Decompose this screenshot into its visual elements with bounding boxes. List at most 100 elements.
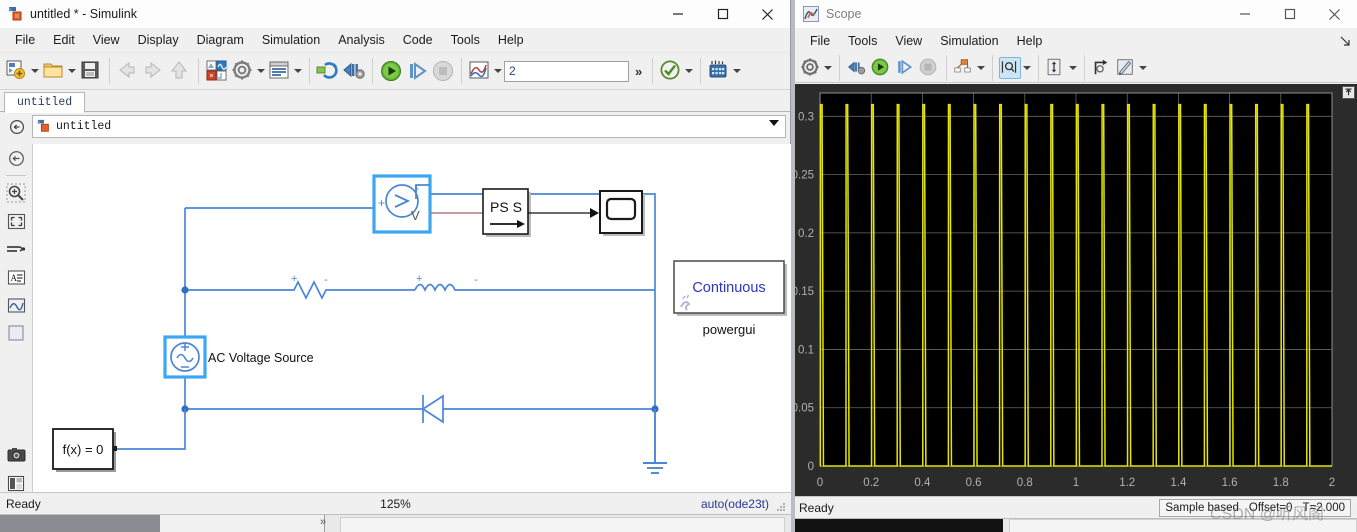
- menu-code[interactable]: Code: [394, 31, 442, 49]
- minimize-button[interactable]: [655, 0, 700, 28]
- stop-button[interactable]: [430, 56, 456, 86]
- maximize-button[interactable]: [700, 0, 745, 28]
- scope-cursor-measurements-dropdown[interactable]: [1021, 56, 1032, 80]
- scope-window: Scope File Tools View Simulation Help 0 …: [792, 0, 1357, 532]
- svg-text:+: +: [291, 273, 297, 285]
- simulink-model-icon: [37, 119, 52, 134]
- sidebar-item-area[interactable]: [0, 319, 32, 347]
- step-forward-button[interactable]: [404, 56, 430, 86]
- zoom-level[interactable]: 125%: [0, 497, 791, 511]
- scope-print-button[interactable]: [845, 53, 869, 83]
- menu-diagram[interactable]: Diagram: [188, 31, 253, 49]
- new-model-dropdown[interactable]: [29, 59, 40, 83]
- scope-menu-help[interactable]: Help: [1008, 32, 1052, 50]
- sidebar-item-scope-viewer[interactable]: [0, 291, 32, 319]
- strip-dark-region-right: [795, 519, 1003, 532]
- sidebar-item-annotation[interactable]: A: [0, 263, 32, 291]
- scope-step-forward-button[interactable]: [893, 53, 917, 83]
- scope-configuration-dropdown[interactable]: [822, 56, 833, 80]
- model-configuration-button[interactable]: [230, 56, 267, 86]
- undock-arrow-icon[interactable]: [1339, 35, 1351, 50]
- breadcrumb-path-field[interactable]: untitled: [32, 115, 786, 138]
- scope-autoscale-button[interactable]: [1044, 53, 1079, 83]
- close-button[interactable]: [1312, 0, 1357, 28]
- menu-edit[interactable]: Edit: [44, 31, 84, 49]
- scope-configuration-button[interactable]: [799, 53, 834, 83]
- scope-autoscale-dropdown[interactable]: [1067, 56, 1078, 80]
- model-advisor-dropdown[interactable]: [683, 59, 694, 83]
- close-button[interactable]: [745, 0, 790, 28]
- forward-button[interactable]: [141, 56, 167, 86]
- new-model-button[interactable]: [4, 56, 41, 86]
- scope-stop-button[interactable]: [917, 53, 941, 83]
- scope-layout-dropdown[interactable]: [975, 56, 986, 80]
- menu-analysis[interactable]: Analysis: [329, 31, 394, 49]
- simulink-window-controls: [655, 0, 790, 28]
- scope-style-button[interactable]: [1114, 53, 1149, 83]
- build-model-icon: [342, 59, 366, 83]
- simulation-stop-time-input[interactable]: 2: [504, 60, 629, 82]
- model-explorer-dropdown[interactable]: [292, 59, 303, 83]
- sidebar-divider: [6, 175, 26, 176]
- performance-advisor-dropdown[interactable]: [731, 59, 742, 83]
- simulink-window-title: untitled * - Simulink: [30, 7, 137, 21]
- performance-advisor-button[interactable]: [706, 56, 743, 86]
- run-icon: [870, 57, 892, 79]
- menu-view[interactable]: View: [84, 31, 129, 49]
- run-button[interactable]: [378, 56, 404, 86]
- navigate-back-circle-icon[interactable]: [6, 116, 28, 138]
- scope-sim-time: T=2.000: [1302, 502, 1345, 514]
- solver-label[interactable]: auto(ode23t): [701, 497, 769, 511]
- save-icon: [79, 59, 103, 83]
- menu-display[interactable]: Display: [129, 31, 188, 49]
- save-button[interactable]: [78, 56, 104, 86]
- library-browser-icon: [205, 59, 229, 83]
- sidebar-item-navigate-up[interactable]: [0, 144, 32, 172]
- svg-text:0.2: 0.2: [863, 477, 879, 489]
- scope-menu-simulation[interactable]: Simulation: [931, 32, 1007, 50]
- open-model-button[interactable]: [41, 56, 78, 86]
- menu-help[interactable]: Help: [489, 31, 533, 49]
- sidebar-item-zoom[interactable]: [0, 179, 32, 207]
- menu-tools[interactable]: Tools: [442, 31, 489, 49]
- navigate-up-button[interactable]: [167, 56, 193, 86]
- sidebar-item-signal-routing[interactable]: [0, 235, 32, 263]
- library-browser-button[interactable]: [204, 56, 230, 86]
- sim-data-inspector-dropdown[interactable]: [492, 59, 503, 83]
- model-explorer-icon: [268, 59, 292, 83]
- maximize-button[interactable]: [1267, 0, 1312, 28]
- scope-plot-area[interactable]: 0 0.2 0.4 0.6 0.8 1 1.2 1.4 1.6 1.8 2 0 0.05 0.1 0.15 0…: [792, 84, 1357, 500]
- scope-cursor-measurements-button[interactable]: [998, 53, 1033, 83]
- tab-untitled[interactable]: untitled: [4, 92, 86, 113]
- simulation-data-inspector-button[interactable]: [467, 56, 504, 86]
- sidebar-item-fit-to-view[interactable]: [0, 207, 32, 235]
- resize-grip-icon[interactable]: [776, 501, 786, 511]
- autoscale-icon: [1045, 57, 1067, 79]
- scope-run-button[interactable]: [869, 53, 893, 83]
- scope-menu-file[interactable]: File: [801, 32, 839, 50]
- undock-pin-icon[interactable]: [1342, 86, 1355, 99]
- scope-zoom-y-button[interactable]: [1090, 53, 1114, 83]
- update-diagram-button[interactable]: [315, 56, 341, 86]
- performance-advisor-icon: [707, 59, 731, 83]
- svg-text:-: -: [415, 181, 419, 195]
- menu-simulation[interactable]: Simulation: [253, 31, 329, 49]
- model-advisor-button[interactable]: [658, 56, 695, 86]
- strip-panel-c: [340, 517, 785, 532]
- minimize-button[interactable]: [1222, 0, 1267, 28]
- svg-text:0: 0: [817, 477, 823, 489]
- toolbar-overflow-button[interactable]: »: [629, 64, 647, 79]
- scope-layout-button[interactable]: [952, 53, 987, 83]
- menu-file[interactable]: File: [6, 31, 44, 49]
- model-canvas[interactable]: + - + - AC Voltage Source + - V PS S Con…: [32, 144, 791, 514]
- open-model-dropdown[interactable]: [66, 59, 77, 83]
- scope-menu-view[interactable]: View: [886, 32, 931, 50]
- model-explorer-button[interactable]: [267, 56, 304, 86]
- scope-menu-tools[interactable]: Tools: [839, 32, 886, 50]
- back-button[interactable]: [115, 56, 141, 86]
- sidebar-item-snapshot[interactable]: [0, 441, 32, 469]
- build-model-button[interactable]: [341, 56, 367, 86]
- chevron-down-icon[interactable]: [769, 120, 779, 126]
- scope-style-dropdown[interactable]: [1137, 56, 1148, 80]
- model-configuration-dropdown[interactable]: [255, 59, 266, 83]
